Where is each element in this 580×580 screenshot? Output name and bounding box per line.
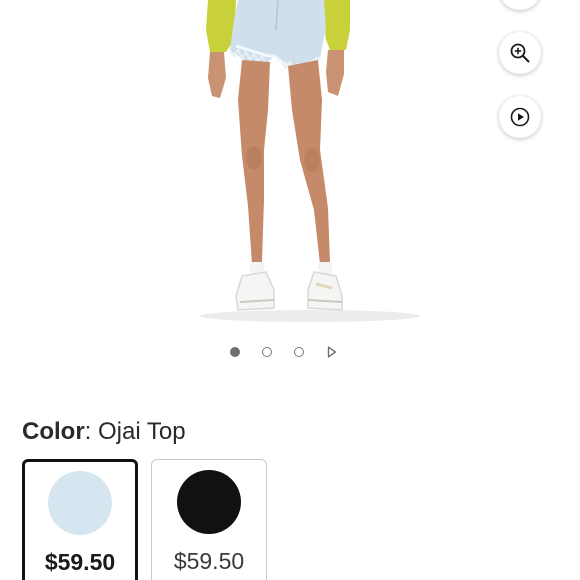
color-separator: : (84, 418, 92, 445)
swatch-color-circle (177, 470, 241, 534)
share-button[interactable] (499, 0, 541, 10)
carousel-dot-1[interactable] (230, 347, 240, 357)
selected-color-name: Ojai Top (98, 418, 186, 445)
zoom-in-icon (510, 43, 530, 63)
product-image[interactable] (150, 0, 440, 330)
carousel-dot-3[interactable] (294, 347, 304, 357)
color-swatch-ojai-top[interactable]: $59.50 (22, 459, 138, 580)
play-video-button[interactable] (499, 96, 541, 138)
color-swatch-black[interactable]: $59.50 (151, 459, 267, 580)
carousel-video-play-icon[interactable] (326, 346, 338, 358)
image-carousel-pagination (230, 346, 338, 358)
swatch-price: $59.50 (173, 548, 245, 574)
zoom-button[interactable] (499, 32, 541, 74)
swatch-color-circle (48, 471, 112, 535)
color-label: Color (22, 418, 85, 445)
product-page: Color: Ojai Top $59.50 $59.50 (0, 0, 580, 580)
carousel-dot-2[interactable] (262, 347, 272, 357)
play-circle-icon (510, 107, 530, 127)
swatch-price: $59.50 (44, 549, 116, 575)
color-selector-label: Color: Ojai Top (22, 417, 186, 447)
